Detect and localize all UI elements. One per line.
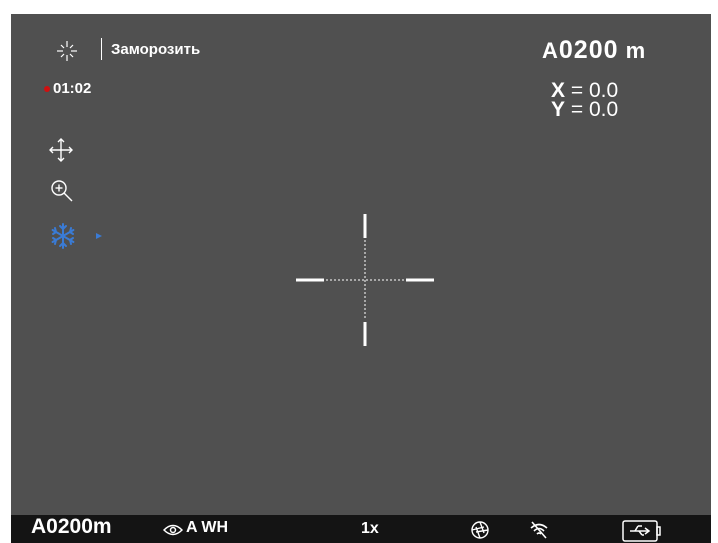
status-bar: A0200m A WH 1x — [11, 515, 711, 543]
range-readout: A0200 m — [542, 36, 646, 65]
status-range-unit: m — [92, 515, 112, 538]
y-label: Y — [551, 98, 566, 121]
range-unit: m — [625, 38, 647, 63]
wifi-off-icon — [530, 521, 548, 539]
y-value: = 0.0 — [570, 98, 619, 121]
range-value: 0200 — [558, 36, 619, 64]
usb-icon — [622, 520, 661, 542]
reticle — [296, 214, 434, 346]
y-coordinate: Y = 0.0 — [551, 98, 619, 121]
snowflake-icon[interactable] — [50, 223, 76, 249]
zoom-level: 1x — [361, 520, 379, 537]
header-separator — [101, 38, 102, 60]
palette-mode: WH — [201, 519, 229, 536]
range-prefix: A — [542, 38, 559, 63]
menu-title: Заморозить — [111, 41, 201, 58]
calibration-mode: A WH — [186, 519, 228, 537]
move-arrows-icon[interactable] — [48, 137, 74, 163]
aperture-icon — [471, 521, 489, 539]
calibration-mode-prefix: A — [186, 519, 197, 536]
status-range: A0200m — [31, 515, 112, 539]
submenu-arrow-icon — [96, 233, 102, 239]
viewfinder-screen: Заморозить 01:02 A0200 m X = 0.0 Y = 0.0 — [11, 14, 711, 543]
crosshair-settings-icon — [57, 41, 77, 61]
record-indicator-icon — [44, 86, 50, 92]
zoom-in-icon[interactable] — [49, 178, 75, 204]
status-range-prefix: A — [31, 515, 47, 538]
status-range-value: 0200 — [46, 515, 93, 538]
record-time: 01:02 — [53, 80, 92, 97]
eye-icon — [163, 524, 183, 536]
